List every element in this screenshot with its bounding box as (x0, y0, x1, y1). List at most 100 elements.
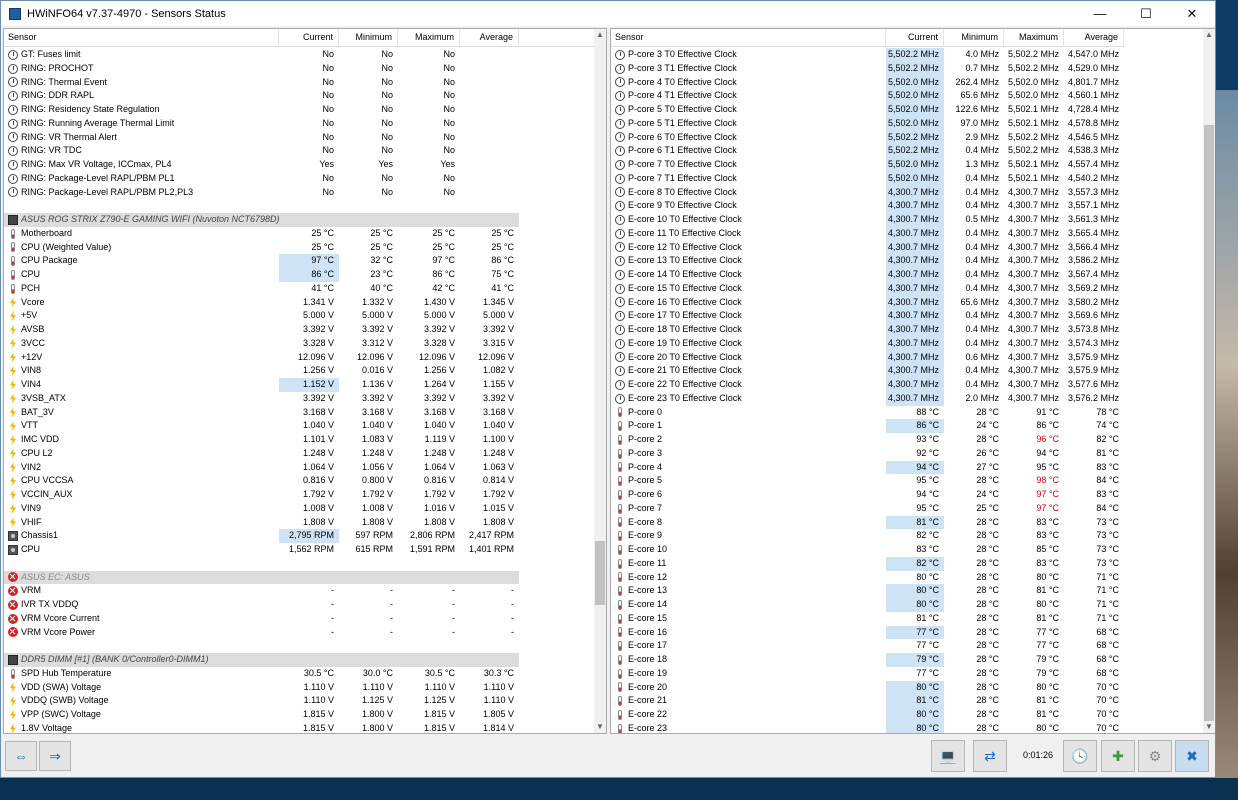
left-scroll-down-arrow[interactable]: ▼ (594, 721, 606, 733)
col-header-current-right[interactable]: Current (886, 29, 944, 46)
table-row[interactable]: VIN9 1.008 V 1.008 V 1.016 V 1.015 V (4, 502, 519, 516)
table-row[interactable]: VDDQ (SWB) Voltage 1.110 V 1.125 V 1.125 V 1… (4, 694, 519, 708)
table-row[interactable]: P-core 5 T1 Effective Clock 5,502.0 MHz 97… (611, 116, 1124, 131)
collapse-arrows-button[interactable]: ⇔ (5, 741, 37, 771)
table-row[interactable]: E-core 13 T0 Effective Clock 4,300.7 MHz 0… (611, 254, 1124, 268)
table-row[interactable]: E-core 8 T0 Effective Clock 4,300.7 MHz 0.… (611, 185, 1124, 200)
table-row[interactable]: +12V 12.096 V 12.096 V 12.096 V 12.096 V (4, 351, 519, 365)
table-row[interactable]: BAT_3V 3.168 V 3.168 V 3.168 V 3.168 V (4, 406, 519, 420)
network-button[interactable]: ⇄ (973, 740, 1007, 772)
table-row[interactable]: IVR TX VDDQ - - - - (4, 598, 519, 612)
table-row[interactable]: E-core 22 T0 Effective Clock 4,300.7 MHz 0… (611, 378, 1124, 392)
table-row[interactable]: RING: Residency State Regulation No No No (4, 103, 519, 117)
table-row[interactable]: P-core 3 T0 Effective Clock 5,502.2 MHz 4.… (611, 48, 1124, 62)
table-row[interactable]: RING: Max VR Voltage, ICCmax, PL4 Yes Yes Y… (4, 158, 519, 172)
table-row[interactable]: E-core 16 77 °C 28 °C 77 °C 68 °C (611, 625, 1124, 640)
table-row[interactable]: VIN2 1.064 V 1.056 V 1.064 V 1.063 V (4, 461, 519, 475)
table-row[interactable]: E-core 10 T0 Effective Clock 4,300.7 MHz 0… (611, 213, 1124, 227)
table-row[interactable]: RING: VR TDC No No No (4, 144, 519, 158)
col-header-minimum-right[interactable]: Minimum (944, 29, 1004, 46)
table-row[interactable]: P-core 5 T0 Effective Clock 5,502.0 MHz 12… (611, 103, 1124, 117)
table-row[interactable]: RING: Running Average Thermal Limit No No N… (4, 117, 519, 131)
table-row[interactable]: E-core 18 T0 Effective Clock 4,300.7 MHz 0… (611, 323, 1124, 337)
table-row[interactable]: P-core 7 95 °C 25 °C 97 °C 84 °C (611, 502, 1124, 516)
table-row[interactable]: E-core 17 77 °C 28 °C 77 °C 68 °C (611, 639, 1124, 653)
table-row[interactable]: RING: Package-Level RAPL/PBM PL2,PL3 No No… (4, 186, 519, 200)
table-row[interactable]: P-core 4 T0 Effective Clock 5,502.0 MHz 26… (611, 75, 1124, 90)
table-row[interactable]: RING: PROCHOT No No No (4, 62, 519, 76)
table-row[interactable]: E-core 22 80 °C 28 °C 81 °C 70 °C (611, 708, 1124, 722)
table-row[interactable]: E-core 18 79 °C 28 °C 79 °C 68 °C (611, 653, 1124, 667)
col-header-average-right[interactable]: Average (1064, 29, 1124, 46)
left-scroll-up-arrow[interactable]: ▲ (594, 29, 606, 41)
col-header-sensor[interactable]: Sensor (4, 29, 279, 46)
table-row[interactable]: P-core 7 T1 Effective Clock 5,502.0 MHz 0.… (611, 171, 1124, 186)
table-row[interactable]: P-core 6 T1 Effective Clock 5,502.2 MHz 0.… (611, 144, 1124, 158)
table-row[interactable]: E-core 11 T0 Effective Clock 4,300.7 MHz 0… (611, 226, 1124, 241)
table-row[interactable]: E-core 21 81 °C 28 °C 81 °C 70 °C (611, 694, 1124, 708)
col-header-current[interactable]: Current (279, 29, 339, 46)
table-row[interactable]: P-core 2 93 °C 28 °C 96 °C 82 °C (611, 433, 1124, 447)
table-row[interactable]: E-core 14 T0 Effective Clock 4,300.7 MHz 0… (611, 268, 1124, 282)
table-row[interactable]: P-core 1 86 °C 24 °C 86 °C 74 °C (611, 419, 1124, 433)
table-row[interactable]: VIN4 1.152 V 1.136 V 1.264 V 1.155 V (4, 378, 519, 392)
table-row[interactable]: VPP (SWC) Voltage 1.815 V 1.800 V 1.815 V 1.… (4, 708, 519, 722)
right-scroll-up-arrow[interactable]: ▲ (1203, 29, 1215, 41)
table-row[interactable]: AVSB 3.392 V 3.392 V 3.392 V 3.392 V (4, 323, 519, 337)
table-row[interactable]: E-core 8 81 °C 28 °C 83 °C 73 °C (611, 515, 1124, 530)
table-row[interactable]: Motherboard 25 °C 25 °C 25 °C 25 °C (4, 227, 519, 241)
right-scrollbar[interactable]: ▲ ▼ (1203, 29, 1215, 733)
table-row[interactable]: E-core 20 T0 Effective Clock 4,300.7 MHz 0… (611, 350, 1124, 365)
settings-button[interactable]: ⚙ (1138, 740, 1172, 772)
table-row[interactable]: E-core 23 T0 Effective Clock 4,300.7 MHz 2… (611, 391, 1124, 406)
close-button[interactable]: ✕ (1169, 1, 1215, 26)
sensor-group-header[interactable]: DDR5 DIMM [#1] (BANK 0/Controller0-DIMM1… (4, 653, 519, 667)
table-row[interactable]: E-core 12 T0 Effective Clock 4,300.7 MHz 0… (611, 240, 1124, 255)
table-row[interactable]: E-core 10 83 °C 28 °C 85 °C 73 °C (611, 543, 1124, 557)
table-row[interactable]: E-core 23 80 °C 28 °C 80 °C 70 °C (611, 721, 1124, 733)
left-scrollbar[interactable]: ▲ ▼ (594, 29, 606, 733)
clock-reset-button[interactable]: 🕓 (1063, 740, 1097, 772)
table-row[interactable]: Vcore 1.341 V 1.332 V 1.430 V 1.345 V (4, 296, 519, 310)
table-row[interactable]: E-core 20 80 °C 28 °C 80 °C 70 °C (611, 680, 1124, 695)
table-row[interactable]: CPU VCCSA 0.816 V 0.800 V 0.816 V 0.814 V (4, 474, 519, 488)
table-row[interactable]: E-core 16 T0 Effective Clock 4,300.7 MHz 6… (611, 295, 1124, 310)
sensor-table-left[interactable]: Sensor Current Minimum Maximum Average G… (3, 28, 607, 734)
table-row[interactable]: RING: DDR RAPL No No No (4, 89, 519, 103)
col-header-sensor-right[interactable]: Sensor (611, 29, 886, 46)
sensor-group-header[interactable]: ASUS ROG STRIX Z790-E GAMING WIFI (Nuvot… (4, 213, 519, 227)
maximize-button[interactable]: ☐ (1123, 1, 1169, 26)
table-row[interactable]: E-core 9 T0 Effective Clock 4,300.7 MHz 0.… (611, 199, 1124, 213)
table-row[interactable]: E-core 11 82 °C 28 °C 83 °C 73 °C (611, 556, 1124, 571)
title-bar[interactable]: HWiNFO64 v7.37-4970 - Sensors Status — ☐… (1, 1, 1215, 26)
table-row[interactable]: P-core 6 T0 Effective Clock 5,502.2 MHz 2.… (611, 130, 1124, 145)
table-row[interactable]: P-core 4 T1 Effective Clock 5,502.0 MHz 65… (611, 89, 1124, 103)
table-row[interactable]: VRM Vcore Power - - - - (4, 626, 519, 640)
table-row[interactable]: E-core 15 81 °C 28 °C 81 °C 71 °C (611, 612, 1124, 626)
table-row[interactable]: P-core 0 88 °C 28 °C 91 °C 78 °C (611, 406, 1124, 420)
right-scroll-thumb[interactable] (1204, 125, 1214, 721)
table-row[interactable]: RING: Package-Level RAPL/PBM PL1 No No No (4, 172, 519, 186)
table-row[interactable]: 1.8V Voltage 1.815 V 1.800 V 1.815 V 1.814 V (4, 722, 519, 733)
main-window-button[interactable]: 💻 (931, 740, 965, 772)
sensor-table-right[interactable]: Sensor Current Minimum Maximum Average P… (610, 28, 1215, 734)
table-row[interactable]: P-core 7 T0 Effective Clock 5,502.0 MHz 1.… (611, 158, 1124, 172)
table-row[interactable]: VDD (SWA) Voltage 1.110 V 1.110 V 1.110 V 1.… (4, 681, 519, 695)
table-row[interactable]: 3VCC 3.328 V 3.312 V 3.328 V 3.315 V (4, 337, 519, 351)
table-row[interactable]: P-core 6 94 °C 24 °C 97 °C 83 °C (611, 488, 1124, 502)
table-row[interactable]: VIN8 1.256 V 0.016 V 1.256 V 1.082 V (4, 364, 519, 378)
col-header-maximum-right[interactable]: Maximum (1004, 29, 1064, 46)
table-row[interactable]: CPU 1,562 RPM 615 RPM 1,591 RPM 1,401 RPM (4, 543, 519, 557)
table-row[interactable]: CPU L2 1.248 V 1.248 V 1.248 V 1.248 V (4, 447, 519, 461)
expand-arrows-button[interactable]: ⇒ (39, 741, 71, 771)
table-row[interactable]: RING: Thermal Event No No No (4, 76, 519, 90)
col-header-minimum[interactable]: Minimum (339, 29, 398, 46)
table-row[interactable]: E-core 9 82 °C 28 °C 83 °C 73 °C (611, 529, 1124, 543)
table-row[interactable]: +5V 5.000 V 5.000 V 5.000 V 5.000 V (4, 309, 519, 323)
close-sensors-button[interactable]: ✖ (1175, 740, 1209, 772)
table-row[interactable]: PCH 41 °C 40 °C 42 °C 41 °C (4, 282, 519, 296)
table-row[interactable]: CPU (Weighted Value) 25 °C 25 °C 25 °C 25 °C (4, 241, 519, 255)
table-row[interactable]: CPU Package 97 °C 32 °C 97 °C 86 °C (4, 254, 519, 268)
table-row[interactable]: E-core 15 T0 Effective Clock 4,300.7 MHz 0… (611, 281, 1124, 296)
left-scroll-thumb[interactable] (595, 541, 605, 605)
